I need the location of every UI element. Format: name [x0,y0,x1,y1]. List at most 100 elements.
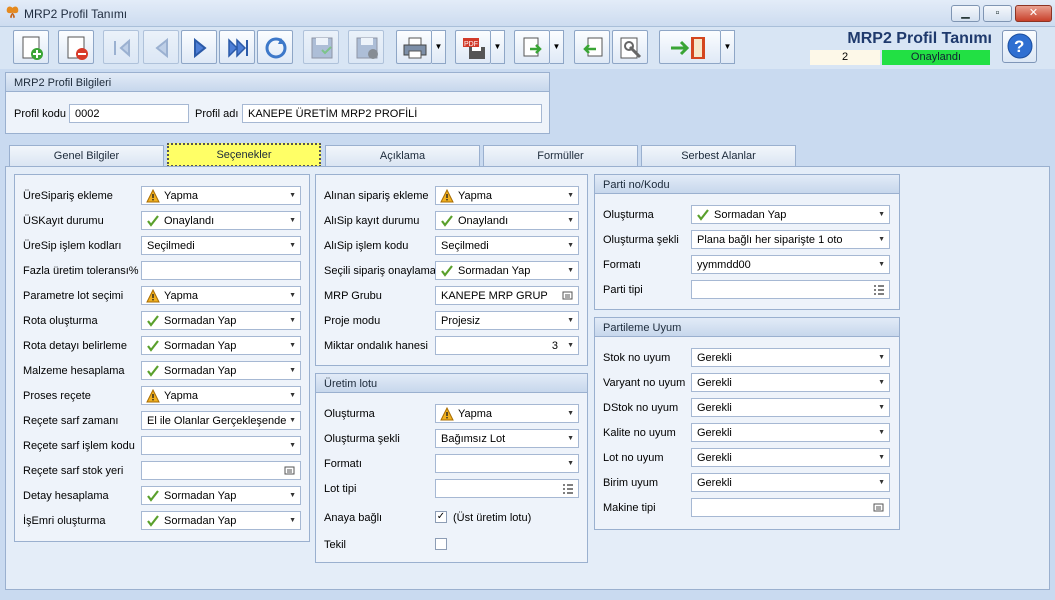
recete-sarf-islem-kodu-dropdown[interactable]: ▼ [141,436,301,455]
close-button[interactable]: ✕ [1015,5,1052,22]
chevron-down-icon[interactable]: ▼ [567,314,574,328]
chevron-down-icon[interactable]: ▼ [567,189,574,203]
tab-aciklama[interactable]: Açıklama [325,145,480,167]
print-button[interactable] [396,30,432,64]
lot-tipi-lookup[interactable] [435,479,579,498]
exit-menu-arrow[interactable]: ▼ [721,30,735,64]
lookup-icon[interactable] [873,502,885,514]
olusturma-dropdown[interactable]: Sormadan Yap ▼ [691,205,890,224]
detay-hesaplama-dropdown[interactable]: Sormadan Yap ▼ [141,486,301,505]
exit-button[interactable] [659,30,721,64]
chevron-down-icon[interactable]: ▼ [878,233,885,247]
olusturma-dropdown[interactable]: Yapma ▼ [435,404,579,423]
alisip-kayit-durumu-dropdown[interactable]: Onaylandı ▼ [435,211,579,230]
lookup-icon[interactable] [284,465,296,477]
chevron-down-icon[interactable]: ▼ [289,489,296,503]
refresh-button[interactable] [257,30,293,64]
rota-olusturma-dropdown[interactable]: Sormadan Yap ▼ [141,311,301,330]
chevron-down-icon[interactable]: ▼ [567,407,574,421]
profile-code-input[interactable]: 0002 [69,104,189,123]
parti-tipi-lookup[interactable] [691,280,890,299]
tab-secenekler[interactable]: Seçenekler [167,143,321,167]
alisip-islem-kodu-dropdown[interactable]: Seçilmedi ▼ [435,236,579,255]
malzeme-hesaplama-dropdown[interactable]: Sormadan Yap ▼ [141,361,301,380]
first-record-button[interactable] [103,30,139,64]
chevron-down-icon[interactable]: ▼ [878,376,885,390]
rota-detayi-belirleme-dropdown[interactable]: Sormadan Yap ▼ [141,336,301,355]
export-button[interactable] [514,30,550,64]
chevron-down-icon[interactable]: ▼ [289,314,296,328]
chevron-down-icon[interactable]: ▼ [289,514,296,528]
chevron-down-icon[interactable]: ▼ [878,476,885,490]
tab-genel-bilgiler[interactable]: Genel Bilgiler [9,145,164,167]
chevron-down-icon[interactable]: ▼ [878,208,885,222]
profile-name-input[interactable]: KANEPE ÜRETİM MRP2 PROFİLİ [242,104,542,123]
olusturma-sekli-dropdown[interactable]: Bağımsız Lot ▼ [435,429,579,448]
print-menu-arrow[interactable]: ▼ [432,30,446,64]
chevron-down-icon[interactable]: ▼ [567,214,574,228]
chevron-down-icon[interactable]: ▼ [289,289,296,303]
olusturma-sekli-dropdown[interactable]: Plana bağlı her siparişte 1 oto ▼ [691,230,890,249]
pdf-export-button[interactable]: PDF [455,30,491,64]
tab-formuller[interactable]: Formüller [483,145,638,167]
new-doc-button[interactable] [13,30,49,64]
uresip-islem-kodlari-dropdown[interactable]: Seçilmedi ▼ [141,236,301,255]
help-button[interactable]: ? [1002,30,1037,63]
last-record-button[interactable] [219,30,255,64]
recete-sarf-stok-yeri-lookup[interactable] [141,461,301,480]
stok-no-uyum-dropdown[interactable]: Gerekli ▼ [691,348,890,367]
proses-recete-dropdown[interactable]: Yapma ▼ [141,386,301,405]
lot-no-uyum-dropdown[interactable]: Gerekli ▼ [691,448,890,467]
mrp-grubu-lookup[interactable]: KANEPE MRP GRUP [435,286,579,305]
chevron-down-icon[interactable]: ▼ [878,426,885,440]
fazla-uretim-toleransi-input[interactable] [141,261,301,280]
recete-sarf-zamani-dropdown[interactable]: El ile Olanlar Gerçekleşende ▼ [141,411,301,430]
chevron-down-icon[interactable]: ▼ [878,351,885,365]
chevron-down-icon[interactable]: ▼ [289,414,296,428]
chevron-down-icon[interactable]: ▼ [567,264,574,278]
chevron-down-icon[interactable]: ▼ [878,451,885,465]
chevron-down-icon[interactable]: ▼ [289,189,296,203]
uresiparis-ekleme-dropdown[interactable]: Yapma ▼ [141,186,301,205]
chevron-down-icon[interactable]: ▼ [289,389,296,403]
kalite-no-uyum-dropdown[interactable]: Gerekli ▼ [691,423,890,442]
export-menu-arrow[interactable]: ▼ [550,30,564,64]
save-button[interactable] [303,30,339,64]
birim-uyum-dropdown[interactable]: Gerekli ▼ [691,473,890,492]
delete-doc-button[interactable] [58,30,94,64]
cancel-save-button[interactable] [348,30,384,64]
import-button[interactable] [574,30,610,64]
lookup-icon[interactable] [562,290,574,302]
miktar-ondalik-hanesi-spinner[interactable]: 3 ▼ [435,336,579,355]
single-checkbox[interactable] [435,538,447,550]
next-record-button[interactable] [181,30,217,64]
list-icon[interactable] [562,483,574,495]
chevron-down-icon[interactable]: ▼ [289,214,296,228]
chevron-down-icon[interactable]: ▼ [289,364,296,378]
minimize-button[interactable]: ▁ [951,5,980,22]
varyant-no-uyum-dropdown[interactable]: Gerekli ▼ [691,373,890,392]
maximize-button[interactable]: ▫ [983,5,1012,22]
dstok-no-uyum-dropdown[interactable]: Gerekli ▼ [691,398,890,417]
alinan-siparis-ekleme-dropdown[interactable]: Yapma ▼ [435,186,579,205]
formati-dropdown[interactable]: yymmdd00 ▼ [691,255,890,274]
chevron-down-icon[interactable]: ▼ [289,239,296,253]
secili-siparis-onaylama-dropdown[interactable]: Sormadan Yap ▼ [435,261,579,280]
list-icon[interactable] [873,284,885,296]
chevron-down-icon[interactable]: ▼ [567,239,574,253]
chevron-down-icon[interactable]: ▼ [567,457,574,471]
makine-tipi-lookup[interactable] [691,498,890,517]
parametre-lot-secimi-dropdown[interactable]: Yapma ▼ [141,286,301,305]
uskayit-durumu-dropdown[interactable]: Onaylandı ▼ [141,211,301,230]
chevron-down-icon[interactable]: ▼ [289,339,296,353]
previous-record-button[interactable] [143,30,179,64]
isemri-olusturma-dropdown[interactable]: Sormadan Yap ▼ [141,511,301,530]
chevron-down-icon[interactable]: ▼ [289,439,296,453]
spinner-arrow-icon[interactable]: ▼ [567,339,574,353]
tab-serbest-alanlar[interactable]: Serbest Alanlar [641,145,796,167]
chevron-down-icon[interactable]: ▼ [567,432,574,446]
settings-button[interactable] [612,30,648,64]
proje-modu-dropdown[interactable]: Projesiz ▼ [435,311,579,330]
parent-link-checkbox[interactable]: ✓ [435,511,447,523]
formati-dropdown[interactable]: ▼ [435,454,579,473]
